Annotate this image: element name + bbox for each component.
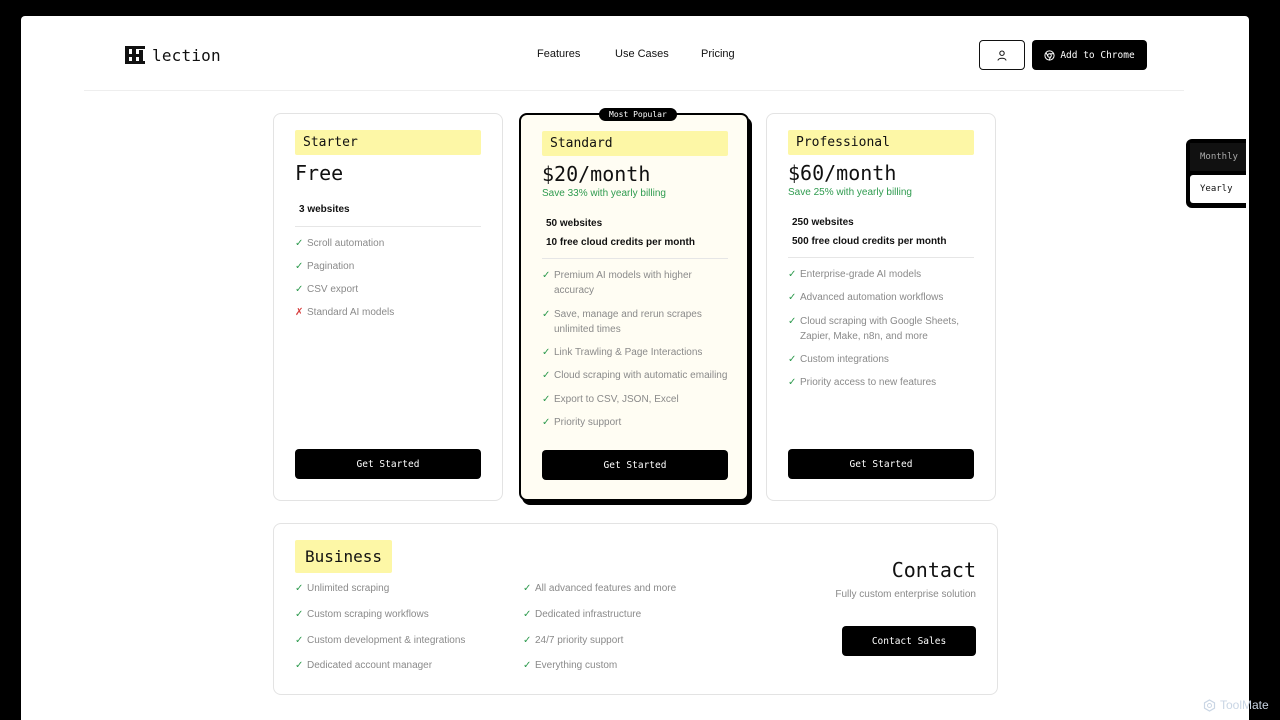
feature-item: ✓ Cloud scraping with Google Sheets, Zapi…	[788, 316, 959, 342]
feature-item: ✓ Export to CSV, JSON, Excel	[542, 394, 679, 405]
contact-sales-button[interactable]: Contact Sales	[842, 626, 976, 656]
check-icon: ✓	[295, 261, 304, 272]
plan-quota: 250 websites	[792, 217, 854, 228]
check-icon: ✓	[788, 354, 797, 365]
feature-item: ✓ Scroll automation	[295, 238, 385, 249]
feature-item: ✓ Priority support	[542, 417, 622, 428]
feature-item: ✓ Priority access to new features	[788, 377, 937, 388]
check-icon: ✓	[523, 609, 532, 620]
toolmate-logo-icon	[1203, 698, 1216, 712]
plan-name: Professional	[788, 130, 974, 155]
check-icon: ✓	[542, 270, 551, 281]
account-button[interactable]	[979, 40, 1025, 70]
contact-title: Contact	[891, 558, 976, 582]
check-icon: ✓	[542, 417, 551, 428]
get-started-button-professional[interactable]: Get Started	[788, 449, 974, 479]
watermark-text: ToolMate	[1220, 698, 1269, 712]
header-divider	[84, 90, 1184, 91]
plan-quota: 10 free cloud credits per month	[546, 237, 695, 248]
plan-price: $60/month	[788, 161, 897, 185]
check-icon: ✓	[788, 269, 797, 280]
yearly-savings: Save 33% with yearly billing	[542, 188, 666, 199]
check-icon: ✓	[788, 316, 797, 327]
cross-icon: ✗	[295, 307, 304, 318]
check-icon: ✓	[788, 377, 797, 388]
check-icon: ✓	[295, 660, 304, 671]
plan-price: Free	[295, 161, 344, 185]
plan-quota: 500 free cloud credits per month	[792, 236, 947, 247]
check-icon: ✓	[295, 583, 304, 594]
feature-item: ✓ Pagination	[295, 261, 355, 272]
brand-name: lection	[152, 45, 221, 65]
get-started-button-standard[interactable]: Get Started	[542, 450, 728, 480]
pricing-page: lection Features Use Cases Pricing Add t…	[21, 16, 1249, 720]
brand-logo[interactable]: lection	[124, 45, 221, 65]
feature-item: ✓ 24/7 priority support	[523, 635, 624, 646]
contact-subtitle: Fully custom enterprise solution	[835, 589, 976, 600]
feature-item: ✓ Save, manage and rerun scrapes unlimite…	[542, 309, 702, 335]
check-icon: ✓	[542, 370, 551, 381]
plan-price: $20/month	[542, 162, 651, 186]
lection-logo-icon	[124, 45, 146, 65]
get-started-button-starter[interactable]: Get Started	[295, 449, 481, 479]
most-popular-badge: Most Popular	[599, 108, 677, 121]
feature-item: ✓ Unlimited scraping	[295, 583, 390, 594]
feature-item: ✓ Cloud scraping with automatic emailing	[542, 370, 728, 381]
plan-card-business: Business ✓ Unlimited scraping ✓ Custom scr…	[273, 523, 998, 695]
check-icon: ✓	[523, 583, 532, 594]
plan-card-starter: Starter Free 3 websites ✓ Scroll automati…	[273, 113, 503, 501]
plan-quota: 3 websites	[299, 204, 350, 215]
feature-item: ✓ Advanced automation workflows	[788, 292, 944, 303]
plan-quota: 50 websites	[546, 218, 603, 229]
billing-option-yearly[interactable]: Yearly	[1190, 175, 1246, 203]
plan-divider	[295, 226, 481, 227]
feature-item: ✓ Everything custom	[523, 660, 618, 671]
check-icon: ✓	[788, 292, 797, 303]
feature-item: ✓ Custom scraping workflows	[295, 609, 429, 620]
user-icon	[997, 50, 1007, 61]
yearly-savings: Save 25% with yearly billing	[788, 187, 912, 198]
feature-item: ✓ Dedicated infrastructure	[523, 609, 642, 620]
plan-name: Standard	[542, 131, 728, 156]
feature-item: ✓ Premium AI models with higher accuracy	[542, 270, 692, 296]
check-icon: ✓	[523, 660, 532, 671]
check-icon: ✓	[295, 609, 304, 620]
plan-card-professional: Professional $60/month Save 25% with yea…	[766, 113, 996, 501]
plan-divider	[788, 257, 974, 258]
check-icon: ✓	[542, 394, 551, 405]
billing-option-monthly[interactable]: Monthly	[1190, 143, 1246, 171]
plan-name: Business	[295, 540, 393, 573]
check-icon: ✓	[295, 238, 304, 249]
feature-item: ✓ All advanced features and more	[523, 583, 677, 594]
watermark: ToolMate	[1203, 698, 1269, 712]
check-icon: ✓	[542, 309, 551, 320]
plan-name: Starter	[295, 130, 481, 155]
feature-item: ✓ Dedicated account manager	[295, 660, 433, 671]
nav-item-use-cases[interactable]: Use Cases	[615, 48, 669, 60]
nav-item-features[interactable]: Features	[537, 48, 580, 60]
chrome-icon	[1044, 49, 1055, 61]
feature-item: ✓ Custom development & integrations	[295, 635, 466, 646]
feature-item: ✓ Link Trawling & Page Interactions	[542, 347, 703, 358]
plan-card-standard: Most Popular Standard $20/month Save 33%…	[519, 108, 749, 501]
check-icon: ✓	[295, 635, 304, 646]
billing-toggle: Monthly Yearly	[1186, 139, 1246, 208]
check-icon: ✓	[542, 347, 551, 358]
feature-item: ✓ Enterprise-grade AI models	[788, 269, 922, 280]
add-to-chrome-label: Add to Chrome	[1060, 49, 1135, 61]
nav-item-pricing[interactable]: Pricing	[701, 48, 735, 60]
check-icon: ✓	[523, 635, 532, 646]
feature-item: ✓ CSV export	[295, 284, 359, 295]
feature-item: ✗ Standard AI models	[295, 307, 395, 318]
check-icon: ✓	[295, 284, 304, 295]
add-to-chrome-button[interactable]: Add to Chrome	[1032, 40, 1147, 70]
plan-divider	[542, 258, 728, 259]
feature-item: ✓ Custom integrations	[788, 354, 889, 365]
